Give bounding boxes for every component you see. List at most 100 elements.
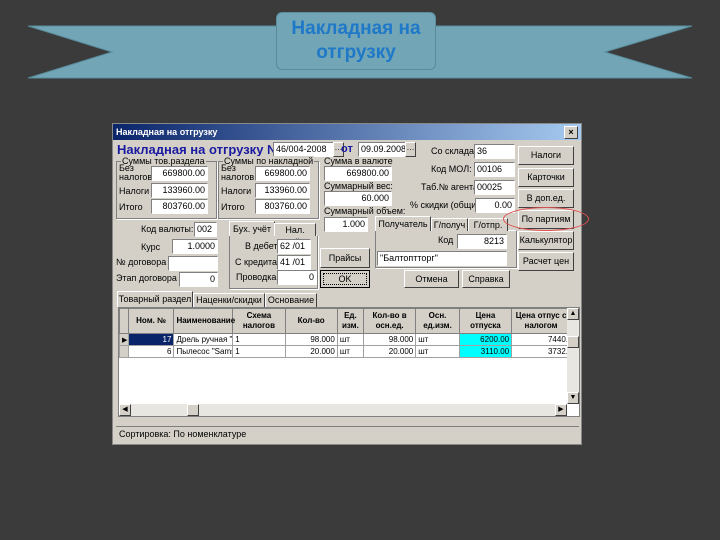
highlight-ellipse xyxy=(503,207,589,231)
help-button[interactable]: Справка xyxy=(462,270,510,288)
scroll-left-icon[interactable]: ◀ xyxy=(119,404,131,416)
label: % скидки (общий) xyxy=(410,200,485,210)
cell[interactable]: 7440. xyxy=(511,333,571,346)
extra-units-button[interactable]: В доп.ед. xyxy=(518,189,574,208)
cell[interactable]: Пылесос "Samsun xyxy=(173,345,234,358)
ok-button[interactable]: OK xyxy=(320,270,370,288)
tab-tax-accounting[interactable]: Нал. учёт xyxy=(274,223,316,247)
col-header[interactable]: Цена отпуска xyxy=(458,308,513,334)
label: Без налогов xyxy=(119,163,153,182)
tab-accounting[interactable]: Бух. учёт xyxy=(229,221,275,236)
calculator-button[interactable]: Калькулятор xyxy=(518,231,574,250)
col-header[interactable]: Осн. ед.изм. xyxy=(415,308,460,334)
label: Итого xyxy=(221,202,245,212)
weight-field[interactable]: 60.000 xyxy=(324,191,392,206)
cell[interactable]: 1 xyxy=(232,333,286,346)
label: Код МОЛ: xyxy=(431,164,472,174)
cell[interactable]: 3110.00 xyxy=(458,345,513,358)
label: Без налогов xyxy=(221,163,255,182)
col-header[interactable]: Наименование xyxy=(173,308,235,334)
rate-field[interactable]: 1.0000 xyxy=(172,239,218,254)
tab-shipper[interactable]: Г/отпр. xyxy=(468,218,508,231)
label: Со склада xyxy=(431,146,475,156)
cell[interactable]: шт xyxy=(415,333,460,346)
warehouse-field[interactable]: 36 xyxy=(474,144,515,159)
col-header[interactable]: Ед. изм. xyxy=(336,308,364,334)
tab-recipient[interactable]: Получатель xyxy=(375,216,431,231)
label: Курс xyxy=(141,242,161,252)
recipient-name-field[interactable]: "Балтоптторг" xyxy=(377,251,507,266)
cell[interactable]: шт xyxy=(415,345,460,358)
label: Этап договора xyxy=(116,273,177,283)
date-picker-button[interactable]: … xyxy=(405,142,416,157)
label: Налоги xyxy=(221,186,252,196)
row-indicator xyxy=(119,345,129,358)
from-label: от xyxy=(341,143,353,155)
label: Суммарный объем: xyxy=(324,206,406,216)
horizontal-scrollbar[interactable]: ◀ ▶ xyxy=(119,404,567,416)
tab-goods[interactable]: Товарный раздел xyxy=(117,291,193,307)
prices-button[interactable]: Прайсы xyxy=(320,248,370,268)
cell[interactable]: 98.000 xyxy=(362,333,417,346)
goods-tax-field[interactable]: 133960.00 xyxy=(151,183,208,198)
label: Код xyxy=(438,235,454,245)
h-scroll-thumb[interactable] xyxy=(187,404,199,416)
label: В дебет xyxy=(245,241,278,251)
tab-consignee[interactable]: Г/получ xyxy=(431,218,468,231)
date-field[interactable]: 09.09.2008 xyxy=(358,142,406,157)
label: Код валюты: xyxy=(141,224,194,234)
cell[interactable]: 20.000 xyxy=(284,345,338,358)
cell[interactable]: Дрель ручная "Bo xyxy=(173,333,234,346)
recipient-code-field[interactable]: 8213 xyxy=(457,234,507,249)
cell[interactable]: 17 xyxy=(127,333,175,346)
posting-field[interactable]: 0 xyxy=(277,270,317,285)
credit-field[interactable]: 41 /01 xyxy=(277,255,311,270)
goods-total-field[interactable]: 803760.00 xyxy=(151,199,208,214)
table-row[interactable]: ▶ 17 Дрель ручная "Bo 1 98.000 шт 98.000… xyxy=(119,333,571,346)
col-header[interactable]: Кол-во xyxy=(284,308,338,334)
contract-field[interactable] xyxy=(168,256,218,271)
close-icon[interactable]: × xyxy=(564,126,578,139)
stage-field[interactable]: 0 xyxy=(179,272,218,287)
col-header[interactable]: Цена отпус с налогом xyxy=(511,308,571,334)
scroll-down-icon[interactable]: ▼ xyxy=(567,392,579,404)
invoice-no-tax-field[interactable]: 669800.00 xyxy=(255,166,310,181)
discount-field[interactable]: 0.00 xyxy=(475,198,515,213)
scroll-up-icon[interactable]: ▲ xyxy=(567,308,579,320)
scroll-thumb[interactable] xyxy=(567,336,579,348)
volume-field[interactable]: 1.000 xyxy=(324,217,368,232)
col-header[interactable]: Схема налогов xyxy=(232,308,286,334)
currency-sum-field[interactable]: 669800.00 xyxy=(324,166,392,181)
col-header[interactable]: Ном. № xyxy=(127,308,175,334)
mol-field[interactable]: 00106 xyxy=(474,162,515,177)
goods-grid: Ном. № Наименование Схема налогов Кол-во… xyxy=(118,307,580,417)
vertical-scrollbar[interactable]: ▲ ▼ xyxy=(567,308,579,404)
window-title: Накладная на отгрузку xyxy=(113,124,581,140)
scroll-right-icon[interactable]: ▶ xyxy=(555,404,567,416)
tab-markups[interactable]: Наценки/скидки xyxy=(193,293,265,307)
cell[interactable]: 6 xyxy=(127,345,175,358)
cell[interactable]: шт xyxy=(336,345,364,358)
invoice-number-field[interactable]: 46/004-2008 xyxy=(273,142,337,157)
cell[interactable]: шт xyxy=(336,333,364,346)
cell[interactable]: 98.000 xyxy=(284,333,338,346)
currency-code-field[interactable]: 002 xyxy=(194,222,217,237)
cell[interactable]: 20.000 xyxy=(362,345,417,358)
table-row[interactable]: 6 Пылесос "Samsun 1 20.000 шт 20.000 шт … xyxy=(119,345,571,358)
invoice-total-field[interactable]: 803760.00 xyxy=(255,199,310,214)
invoice-tax-field[interactable]: 133960.00 xyxy=(255,183,310,198)
goods-no-tax-field[interactable]: 669800.00 xyxy=(151,166,208,181)
cell[interactable]: 6200.00 xyxy=(458,333,513,346)
price-calc-button[interactable]: Расчет цен xyxy=(518,252,574,271)
col-header[interactable]: Кол-во в осн.ед. xyxy=(362,308,417,334)
cancel-button[interactable]: Отмена xyxy=(404,270,459,288)
cards-button[interactable]: Карточки xyxy=(518,168,574,187)
taxes-button[interactable]: Налоги xyxy=(518,146,574,165)
debit-field[interactable]: 62 /01 xyxy=(277,239,311,254)
tab-basis[interactable]: Основание xyxy=(265,293,317,307)
agent-field[interactable]: 00025 xyxy=(474,180,515,195)
label: Налоги xyxy=(119,186,150,196)
cell[interactable]: 1 xyxy=(232,345,286,358)
cell[interactable]: 3732. xyxy=(511,345,571,358)
label: Итого xyxy=(119,202,143,212)
